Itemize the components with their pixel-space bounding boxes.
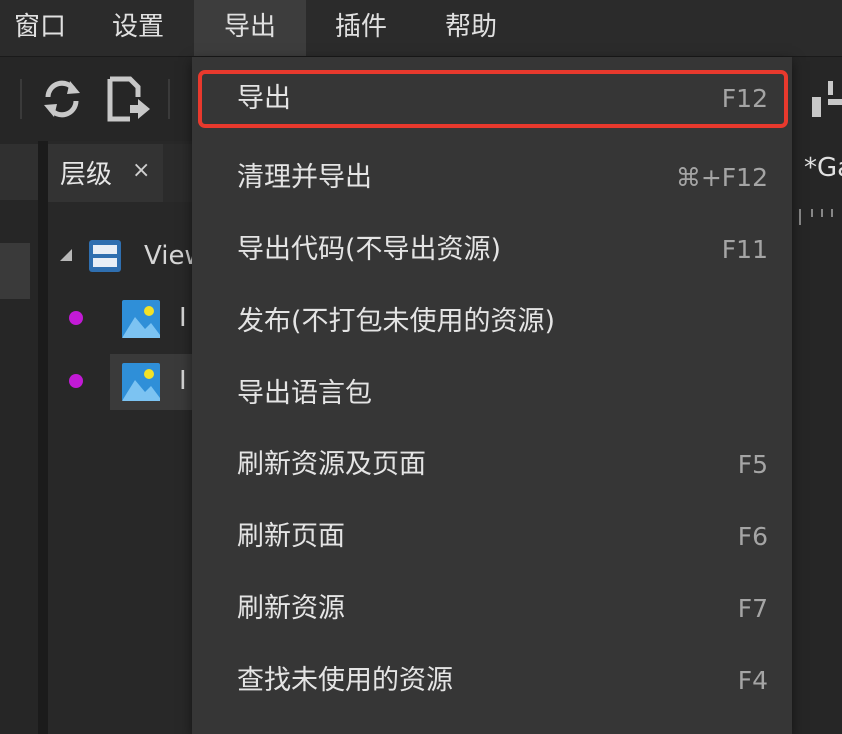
left-side-panel: [0, 141, 38, 734]
menu-item-shortcut: F7: [737, 594, 768, 623]
editor-window: 窗口 设置 导出 插件 帮助 层级 × View I I *G 导出 F12 清…: [0, 0, 842, 734]
hierarchy-tab-title: 层级: [60, 160, 113, 190]
menu-item-export-language[interactable]: 导出语言包: [192, 358, 792, 430]
status-dot: [69, 311, 83, 325]
hierarchy-tab[interactable]: 层级 ×: [48, 144, 163, 202]
highlight-annotation: [198, 70, 788, 128]
menu-item-refresh-all[interactable]: 刷新资源及页面 F5: [192, 429, 792, 501]
menu-window[interactable]: 窗口: [0, 0, 80, 56]
left-panel-selected-row[interactable]: [0, 243, 30, 299]
menu-bar: 窗口 设置 导出 插件 帮助: [0, 0, 842, 57]
menu-item-shortcut: ⌘+F12: [675, 163, 768, 192]
menu-item-label: 刷新资源: [237, 593, 345, 624]
menu-item-label: 导出代码(不导出资源): [237, 234, 502, 265]
menu-item-label: 发布(不打包未使用的资源): [237, 306, 556, 337]
view-container-icon: [89, 240, 121, 272]
menu-item-label: 刷新资源及页面: [237, 449, 426, 480]
close-icon[interactable]: ×: [132, 158, 150, 183]
scene-tab-title[interactable]: *Ga: [804, 153, 842, 183]
image-icon: [122, 300, 160, 338]
menu-settings[interactable]: 设置: [82, 0, 194, 56]
export-file-icon[interactable]: [106, 75, 152, 125]
menu-export[interactable]: 导出: [194, 0, 306, 56]
menu-item-publish[interactable]: 发布(不打包未使用的资源): [192, 286, 792, 358]
ruler-ticks: [799, 209, 833, 225]
tree-label: I: [179, 303, 187, 333]
menu-item-refresh-page[interactable]: 刷新页面 F6: [192, 501, 792, 573]
menu-item-label: 查找未使用的资源: [237, 665, 453, 696]
expand-triangle-icon[interactable]: [58, 247, 74, 263]
menu-item-label: 导出语言包: [237, 378, 372, 409]
menu-item-clean-export[interactable]: 清理并导出 ⌘+F12: [192, 142, 792, 214]
export-dropdown-menu: 导出 F12 清理并导出 ⌘+F12 导出代码(不导出资源) F11 发布(不打…: [192, 57, 792, 734]
align-icon[interactable]: [808, 79, 842, 119]
tree-row-view[interactable]: View: [48, 229, 206, 285]
image-icon: [122, 363, 160, 401]
left-panel-tab[interactable]: [0, 144, 38, 200]
tree-label: I: [179, 366, 187, 396]
menu-item-find-unused[interactable]: 查找未使用的资源 F4: [192, 645, 792, 717]
hierarchy-panel: 层级 × View I I: [48, 141, 206, 734]
menu-item-label: 刷新页面: [237, 521, 345, 552]
status-dot: [69, 374, 83, 388]
tree-row-image[interactable]: I: [48, 291, 198, 347]
refresh-icon[interactable]: [40, 75, 84, 123]
menu-item-shortcut: F5: [737, 450, 768, 479]
tree-row-image[interactable]: I: [48, 354, 198, 410]
toolbar-separator: [168, 79, 170, 119]
panel-divider[interactable]: [38, 141, 48, 734]
menu-plugins[interactable]: 插件: [306, 0, 416, 56]
menu-item-shortcut: F4: [737, 666, 768, 695]
menu-item-export-code[interactable]: 导出代码(不导出资源) F11: [192, 214, 792, 286]
menu-item-label: 清理并导出: [237, 162, 372, 193]
scene-panel: *Ga: [792, 141, 842, 734]
menu-item-shortcut: F6: [737, 522, 768, 551]
toolbar-separator: [20, 79, 22, 119]
menu-help[interactable]: 帮助: [416, 0, 526, 56]
menu-item-refresh-resources[interactable]: 刷新资源 F7: [192, 573, 792, 645]
menu-item-shortcut: F11: [721, 235, 768, 264]
